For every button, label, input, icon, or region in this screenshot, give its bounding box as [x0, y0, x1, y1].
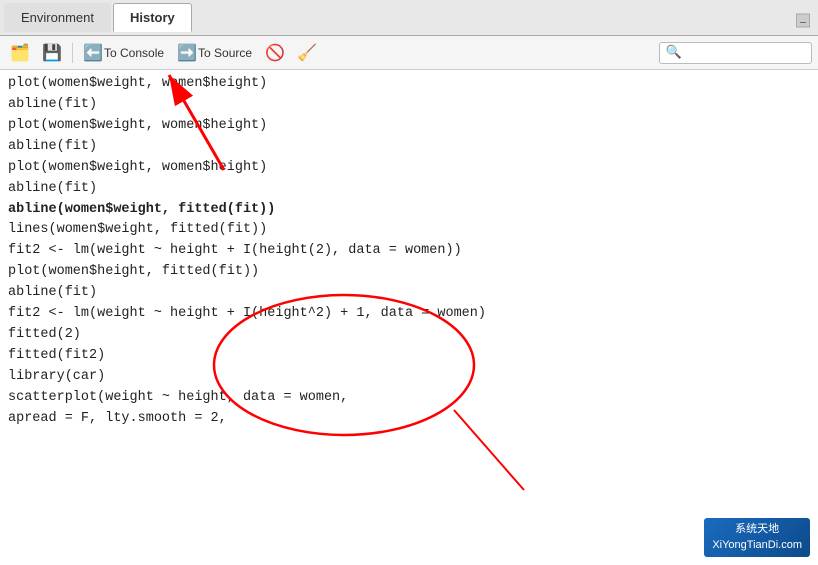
- search-icon: 🔍: [666, 45, 682, 60]
- code-line[interactable]: plot(women$weight, women$height): [8, 116, 810, 137]
- search-input[interactable]: [685, 46, 805, 60]
- search-box[interactable]: 🔍: [659, 42, 812, 64]
- code-line[interactable]: lines(women$weight, fitted(fit)): [8, 220, 810, 241]
- minimize-button[interactable]: _: [796, 13, 810, 27]
- code-line[interactable]: fit2 <- lm(weight ~ height + I(height(2)…: [8, 241, 810, 262]
- code-line[interactable]: fit2 <- lm(weight ~ height + I(height^2)…: [8, 304, 810, 325]
- window-controls: _: [796, 8, 810, 27]
- code-line[interactable]: fitted(2): [8, 325, 810, 346]
- code-line[interactable]: plot(women$height, fitted(fit)): [8, 262, 810, 283]
- tab-environment[interactable]: Environment: [4, 3, 111, 32]
- toolbar-separator-1: [72, 43, 73, 63]
- clear-button[interactable]: 🧹: [293, 42, 321, 64]
- code-line[interactable]: abline(women$weight, fitted(fit)): [8, 200, 810, 221]
- code-line[interactable]: abline(fit): [8, 283, 810, 304]
- save-button[interactable]: 💾: [38, 42, 66, 64]
- load-button[interactable]: 🗂️: [6, 42, 34, 64]
- clear-icon: 🧹: [298, 44, 316, 62]
- to-console-label: To Console: [104, 46, 164, 60]
- code-line[interactable]: fitted(fit2): [8, 346, 810, 367]
- to-console-button[interactable]: ⬅️ To Console: [79, 42, 169, 64]
- code-line[interactable]: plot(women$weight, women$height): [8, 158, 810, 179]
- code-line[interactable]: apread = F, lty.smooth = 2,: [8, 409, 810, 430]
- to-console-icon: ⬅️: [84, 44, 102, 62]
- code-line[interactable]: library(car): [8, 367, 810, 388]
- remove-button[interactable]: 🚫: [261, 42, 289, 64]
- toolbar: 🗂️ 💾 ⬅️ To Console ➡️ To Source 🚫 🧹 🔍: [0, 36, 818, 70]
- app-window: Environment History _ 🗂️ 💾 ⬅️ To Console…: [0, 0, 818, 565]
- to-source-icon: ➡️: [178, 44, 196, 62]
- code-content-area[interactable]: plot(women$weight, women$height)abline(f…: [0, 70, 818, 565]
- save-icon: 💾: [43, 44, 61, 62]
- tab-history[interactable]: History: [113, 3, 192, 32]
- code-line[interactable]: abline(fit): [8, 137, 810, 158]
- remove-icon: 🚫: [266, 44, 284, 62]
- code-line[interactable]: scatterplot(weight ~ height, data = wome…: [8, 388, 810, 409]
- to-source-button[interactable]: ➡️ To Source: [173, 42, 257, 64]
- code-line[interactable]: abline(fit): [8, 179, 810, 200]
- code-line[interactable]: abline(fit): [8, 95, 810, 116]
- watermark-line1: 系统天地: [712, 522, 802, 537]
- load-icon: 🗂️: [11, 44, 29, 62]
- code-line[interactable]: plot(women$weight, women$height): [8, 74, 810, 95]
- to-source-label: To Source: [198, 46, 252, 60]
- tab-bar: Environment History _: [0, 0, 818, 36]
- watermark-line2: XiYongTianDi.com: [712, 538, 802, 553]
- watermark: 系统天地 XiYongTianDi.com: [704, 518, 810, 557]
